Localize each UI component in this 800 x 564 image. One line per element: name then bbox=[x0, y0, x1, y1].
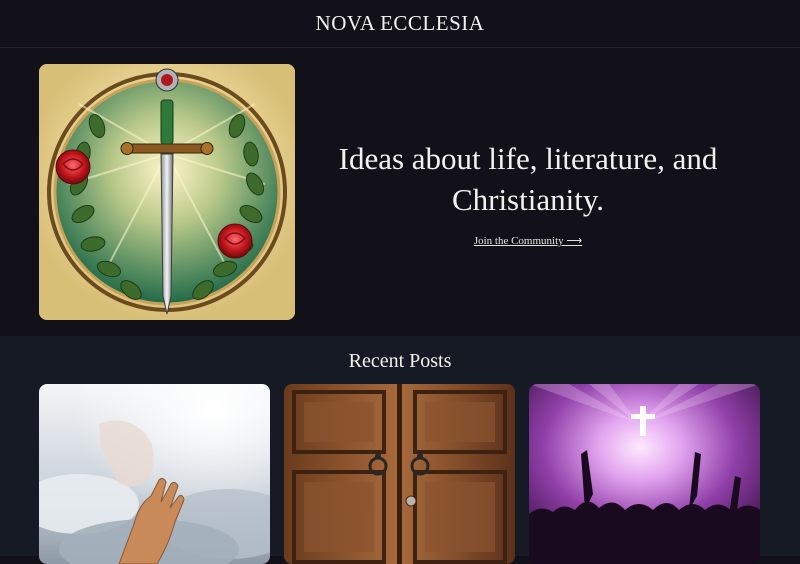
post-card-worship-concert[interactable] bbox=[529, 384, 760, 564]
wooden-doors-image bbox=[284, 384, 515, 564]
hero-section: Ideas about life, literature, and Christ… bbox=[0, 48, 800, 336]
recent-posts-section: Recent Posts bbox=[0, 336, 800, 564]
hands-clouds-image bbox=[39, 384, 270, 564]
recent-posts-heading: Recent Posts bbox=[348, 350, 452, 372]
hero-copy: Ideas about life, literature, and Christ… bbox=[328, 138, 728, 248]
hero-tagline: Ideas about life, literature, and Christ… bbox=[338, 141, 718, 217]
join-community-link[interactable]: Join the Community ⟶ bbox=[474, 234, 582, 247]
worship-concert-image bbox=[529, 384, 760, 564]
site-title-link[interactable]: NOVA ECCLESIA bbox=[316, 11, 485, 36]
hero-emblem-image bbox=[39, 64, 295, 320]
site-header: NOVA ECCLESIA bbox=[0, 0, 800, 48]
sword-rose-wreath-icon bbox=[39, 64, 295, 320]
post-card-wooden-doors[interactable] bbox=[284, 384, 515, 564]
post-card-hands-clouds[interactable] bbox=[39, 384, 270, 564]
